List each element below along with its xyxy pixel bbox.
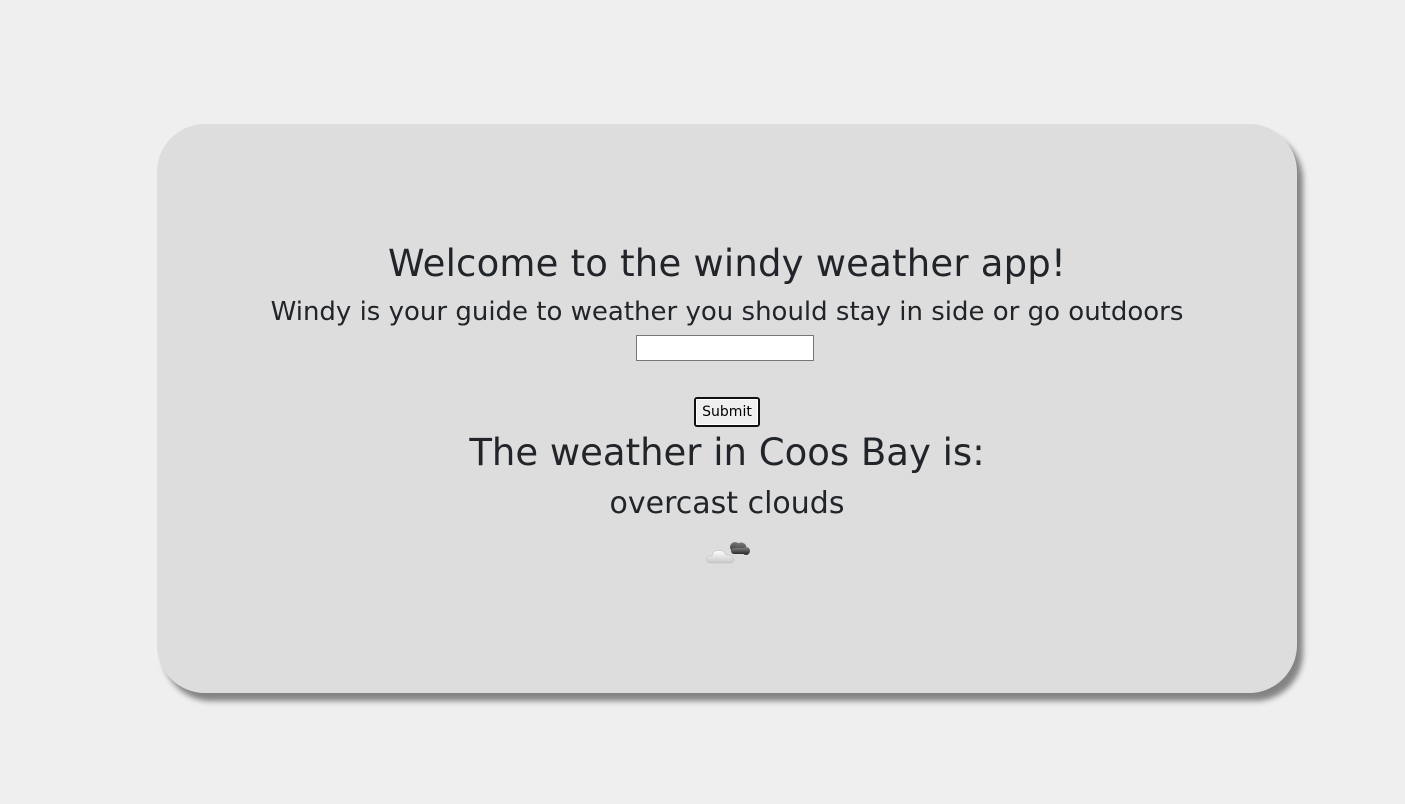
- overcast-clouds-icon: [705, 537, 751, 567]
- weather-location-heading: The weather in Coos Bay is:: [469, 431, 985, 474]
- city-search-input[interactable]: [636, 335, 814, 361]
- submit-button[interactable]: Submit: [694, 397, 760, 427]
- page-title: Welcome to the windy weather app!: [387, 242, 1066, 285]
- weather-card: Welcome to the windy weather app! Windy …: [157, 124, 1297, 693]
- weather-description: overcast clouds: [609, 486, 845, 521]
- page-subtitle: Windy is your guide to weather you shoul…: [270, 297, 1184, 327]
